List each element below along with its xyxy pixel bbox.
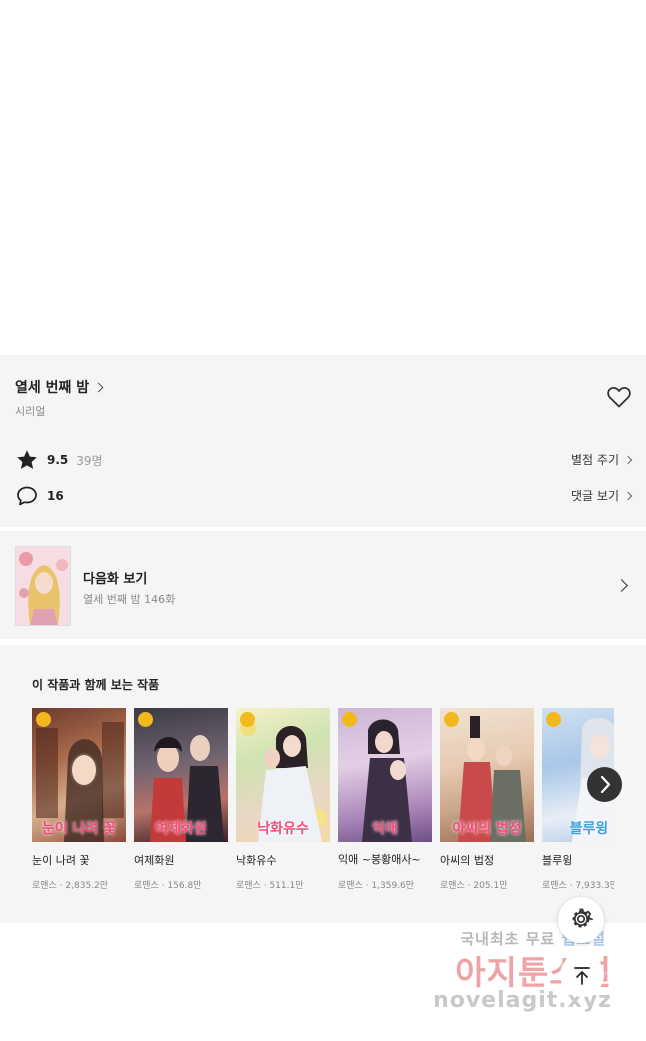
- next-episode-thumbnail: [15, 546, 71, 626]
- chevron-right-icon: [623, 491, 633, 500]
- series-title-link[interactable]: 열세 번째 밤: [15, 377, 104, 397]
- cover-image: 낙화유수: [236, 708, 330, 842]
- card-meta: 로맨스 · 2,835.2만: [32, 881, 109, 891]
- recommendations-carousel[interactable]: 눈이 나려 꽃 눈이 나려 꽃 로맨스 · 2,835.2만 여제화원 여제화원…: [32, 708, 614, 918]
- comment-row: 16 댓글 보기: [15, 485, 633, 507]
- comments-button-label: 댓글 보기: [571, 489, 619, 503]
- content-viewer-blank-area: [0, 0, 646, 355]
- clock-icon: [138, 712, 153, 727]
- recommendation-card[interactable]: 눈이 나려 꽃 눈이 나려 꽃 로맨스 · 2,835.2만: [32, 708, 126, 891]
- cover-image: 아씨의 법정: [440, 708, 534, 842]
- series-info-panel: 열세 번째 밤 시리얼 9.5 39명 별점 주기 16 댓글 보기: [0, 355, 646, 527]
- settings-button[interactable]: [558, 897, 604, 943]
- next-episode-label: 다음화 보기: [83, 572, 148, 587]
- next-episode-card[interactable]: 다음화 보기 열세 번째 밤 146화: [0, 531, 646, 639]
- card-title: 낙화유수: [236, 854, 277, 867]
- card-title: 눈이 나려 꽃: [32, 854, 90, 867]
- card-meta: 로맨스 · 7,933.3만: [542, 881, 614, 891]
- clock-icon: [36, 712, 51, 727]
- speech-bubble-icon: [17, 486, 37, 506]
- cover-title-text: 아씨의 법정: [452, 821, 522, 837]
- cover-title-text: 눈이 나려 꽃: [41, 821, 117, 837]
- rating-count: 39명: [76, 453, 103, 468]
- card-meta: 로맨스 · 156.8만: [134, 881, 202, 891]
- recommendations-heading: 이 작품과 함께 보는 작품: [32, 678, 160, 692]
- cover-image: 익애: [338, 708, 432, 842]
- heart-outline-icon[interactable]: [606, 385, 632, 409]
- star-icon: [17, 450, 37, 469]
- series-author: 시리얼: [15, 405, 46, 418]
- chevron-right-icon: [623, 455, 633, 464]
- rating-score: 9.5: [47, 453, 69, 467]
- card-meta: 로맨스 · 1,359.6만: [338, 881, 415, 891]
- comments-button[interactable]: 댓글 보기: [571, 487, 633, 504]
- cover-title-text: 여제화원: [155, 821, 207, 837]
- chevron-right-icon: [615, 579, 628, 592]
- series-title: 열세 번째 밤: [15, 380, 90, 396]
- cover-image: 눈이 나려 꽃: [32, 708, 126, 842]
- clock-icon: [444, 712, 459, 727]
- scroll-to-top-button[interactable]: [560, 953, 604, 997]
- card-title: 여제화원: [134, 854, 175, 867]
- recommendation-card[interactable]: 아씨의 법정 아씨의 법정 로맨스 · 205.1만: [440, 708, 534, 891]
- card-meta: 로맨스 · 511.1만: [236, 881, 304, 891]
- gear-icon: [572, 908, 593, 928]
- cover-title-text: 익애: [372, 821, 398, 837]
- comment-count: 16: [47, 489, 64, 503]
- recommendations-section: 이 작품과 함께 보는 작품 눈이 나려 꽃 눈이 나려 꽃 로맨스 · 2,8…: [0, 645, 646, 923]
- rate-button[interactable]: 별점 주기: [571, 451, 633, 468]
- carousel-next-button[interactable]: [587, 767, 622, 802]
- next-episode-subtitle: 열세 번째 밤 146화: [83, 593, 176, 606]
- chevron-right-icon: [93, 382, 104, 392]
- rate-button-label: 별점 주기: [571, 453, 619, 467]
- arrow-up-icon: [574, 967, 590, 985]
- recommendation-card[interactable]: 익애 익애 ~봉황애사~ 로맨스 · 1,359.6만: [338, 708, 432, 891]
- cover-title-text: 블루윙: [569, 821, 609, 837]
- clock-icon: [342, 712, 357, 727]
- card-meta: 로맨스 · 205.1만: [440, 881, 508, 891]
- clock-icon: [546, 712, 561, 727]
- card-title: 익애 ~봉황애사~: [338, 853, 421, 866]
- recommendation-card[interactable]: 여제화원 여제화원 로맨스 · 156.8만: [134, 708, 228, 891]
- cover-title-text: 낙화유수: [257, 821, 309, 837]
- card-title: 블루윙: [542, 854, 573, 867]
- recommendation-card[interactable]: 낙화유수 낙화유수 로맨스 · 511.1만: [236, 708, 330, 891]
- clock-icon: [240, 712, 255, 727]
- card-title: 아씨의 법정: [440, 854, 495, 867]
- rating-row: 9.5 39명 별점 주기: [15, 449, 633, 471]
- cover-image: 여제화원: [134, 708, 228, 842]
- chevron-right-icon: [600, 775, 611, 794]
